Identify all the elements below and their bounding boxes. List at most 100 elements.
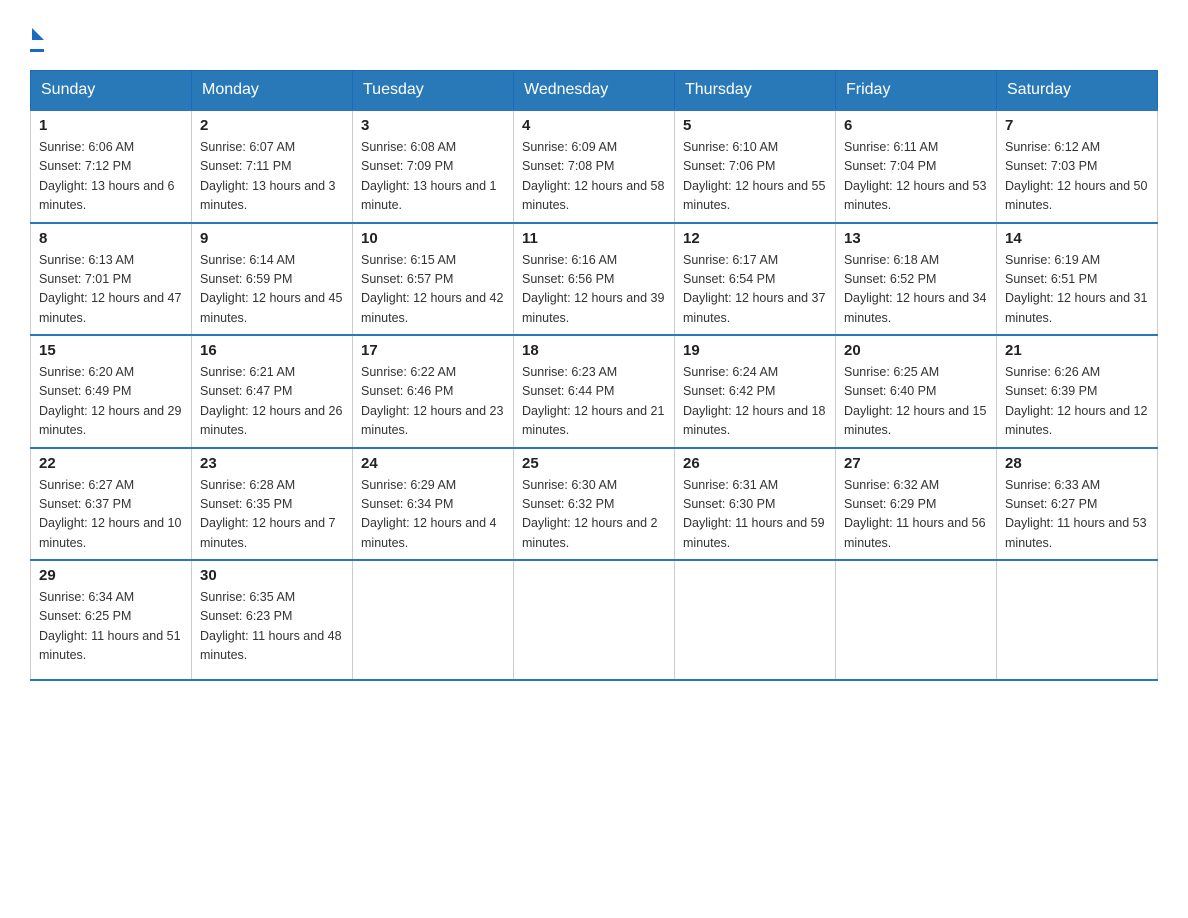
day-number: 4 <box>522 117 666 134</box>
day-number: 1 <box>39 117 183 134</box>
calendar-day-cell: 2 Sunrise: 6:07 AMSunset: 7:11 PMDaylight… <box>192 110 353 223</box>
day-number: 11 <box>522 230 666 247</box>
day-info: Sunrise: 6:20 AMSunset: 6:49 PMDaylight:… <box>39 363 183 441</box>
calendar-day-cell: 11 Sunrise: 6:16 AMSunset: 6:56 PMDayligh… <box>514 223 675 336</box>
day-number: 19 <box>683 342 827 359</box>
day-info: Sunrise: 6:28 AMSunset: 6:35 PMDaylight:… <box>200 476 344 554</box>
calendar-day-cell: 27 Sunrise: 6:32 AMSunset: 6:29 PMDayligh… <box>836 448 997 561</box>
weekday-header-friday: Friday <box>836 71 997 111</box>
day-info: Sunrise: 6:15 AMSunset: 6:57 PMDaylight:… <box>361 251 505 329</box>
calendar-day-cell: 30 Sunrise: 6:35 AMSunset: 6:23 PMDayligh… <box>192 560 353 680</box>
day-info: Sunrise: 6:06 AMSunset: 7:12 PMDaylight:… <box>39 138 183 216</box>
day-info: Sunrise: 6:10 AMSunset: 7:06 PMDaylight:… <box>683 138 827 216</box>
calendar-day-cell <box>353 560 514 680</box>
day-number: 22 <box>39 455 183 472</box>
weekday-header-wednesday: Wednesday <box>514 71 675 111</box>
day-number: 27 <box>844 455 988 472</box>
calendar-day-cell <box>836 560 997 680</box>
weekday-header-row: SundayMondayTuesdayWednesdayThursdayFrid… <box>31 71 1158 111</box>
day-info: Sunrise: 6:32 AMSunset: 6:29 PMDaylight:… <box>844 476 988 554</box>
day-info: Sunrise: 6:35 AMSunset: 6:23 PMDaylight:… <box>200 588 344 666</box>
day-info: Sunrise: 6:19 AMSunset: 6:51 PMDaylight:… <box>1005 251 1149 329</box>
day-info: Sunrise: 6:21 AMSunset: 6:47 PMDaylight:… <box>200 363 344 441</box>
weekday-header-sunday: Sunday <box>31 71 192 111</box>
calendar-week-row: 15Sunrise: 6:20 AMSunset: 6:49 PMDayligh… <box>31 335 1158 448</box>
day-number: 7 <box>1005 117 1149 134</box>
day-info: Sunrise: 6:34 AMSunset: 6:25 PMDaylight:… <box>39 588 183 666</box>
day-info: Sunrise: 6:31 AMSunset: 6:30 PMDaylight:… <box>683 476 827 554</box>
day-number: 24 <box>361 455 505 472</box>
day-info: Sunrise: 6:27 AMSunset: 6:37 PMDaylight:… <box>39 476 183 554</box>
day-number: 14 <box>1005 230 1149 247</box>
day-info: Sunrise: 6:25 AMSunset: 6:40 PMDaylight:… <box>844 363 988 441</box>
day-number: 2 <box>200 117 344 134</box>
day-number: 13 <box>844 230 988 247</box>
calendar-day-cell: 22 Sunrise: 6:27 AMSunset: 6:37 PMDayligh… <box>31 448 192 561</box>
calendar-day-cell: 28 Sunrise: 6:33 AMSunset: 6:27 PMDayligh… <box>997 448 1158 561</box>
day-info: Sunrise: 6:09 AMSunset: 7:08 PMDaylight:… <box>522 138 666 216</box>
calendar-day-cell: 5 Sunrise: 6:10 AMSunset: 7:06 PMDaylight… <box>675 110 836 223</box>
day-number: 21 <box>1005 342 1149 359</box>
calendar-week-row: 8Sunrise: 6:13 AMSunset: 7:01 PMDaylight… <box>31 223 1158 336</box>
day-info: Sunrise: 6:07 AMSunset: 7:11 PMDaylight:… <box>200 138 344 216</box>
calendar-day-cell <box>997 560 1158 680</box>
day-info: Sunrise: 6:12 AMSunset: 7:03 PMDaylight:… <box>1005 138 1149 216</box>
day-number: 10 <box>361 230 505 247</box>
day-number: 18 <box>522 342 666 359</box>
day-info: Sunrise: 6:17 AMSunset: 6:54 PMDaylight:… <box>683 251 827 329</box>
calendar-week-row: 29 Sunrise: 6:34 AMSunset: 6:25 PMDayligh… <box>31 560 1158 680</box>
page-header <box>30 20 1158 52</box>
calendar-day-cell: 6 Sunrise: 6:11 AMSunset: 7:04 PMDaylight… <box>836 110 997 223</box>
calendar-day-cell: 1 Sunrise: 6:06 AMSunset: 7:12 PMDaylight… <box>31 110 192 223</box>
day-number: 20 <box>844 342 988 359</box>
calendar-day-cell: 17 Sunrise: 6:22 AMSunset: 6:46 PMDayligh… <box>353 335 514 448</box>
day-number: 29 <box>39 567 183 584</box>
day-info: Sunrise: 6:14 AMSunset: 6:59 PMDaylight:… <box>200 251 344 329</box>
day-number: 3 <box>361 117 505 134</box>
day-info: Sunrise: 6:30 AMSunset: 6:32 PMDaylight:… <box>522 476 666 554</box>
day-info: Sunrise: 6:24 AMSunset: 6:42 PMDaylight:… <box>683 363 827 441</box>
calendar-day-cell: 15Sunrise: 6:20 AMSunset: 6:49 PMDayligh… <box>31 335 192 448</box>
calendar-day-cell: 19 Sunrise: 6:24 AMSunset: 6:42 PMDayligh… <box>675 335 836 448</box>
calendar-day-cell: 24Sunrise: 6:29 AMSunset: 6:34 PMDayligh… <box>353 448 514 561</box>
day-info: Sunrise: 6:16 AMSunset: 6:56 PMDaylight:… <box>522 251 666 329</box>
calendar-day-cell: 18 Sunrise: 6:23 AMSunset: 6:44 PMDayligh… <box>514 335 675 448</box>
calendar-day-cell <box>514 560 675 680</box>
day-number: 5 <box>683 117 827 134</box>
day-info: Sunrise: 6:11 AMSunset: 7:04 PMDaylight:… <box>844 138 988 216</box>
day-info: Sunrise: 6:13 AMSunset: 7:01 PMDaylight:… <box>39 251 183 329</box>
day-number: 26 <box>683 455 827 472</box>
calendar-day-cell: 16 Sunrise: 6:21 AMSunset: 6:47 PMDayligh… <box>192 335 353 448</box>
calendar-day-cell: 7 Sunrise: 6:12 AMSunset: 7:03 PMDaylight… <box>997 110 1158 223</box>
day-number: 28 <box>1005 455 1149 472</box>
calendar-day-cell <box>675 560 836 680</box>
logo-underline <box>30 49 44 52</box>
day-number: 12 <box>683 230 827 247</box>
day-info: Sunrise: 6:22 AMSunset: 6:46 PMDaylight:… <box>361 363 505 441</box>
day-number: 9 <box>200 230 344 247</box>
calendar-day-cell: 8Sunrise: 6:13 AMSunset: 7:01 PMDaylight… <box>31 223 192 336</box>
calendar-day-cell: 13 Sunrise: 6:18 AMSunset: 6:52 PMDayligh… <box>836 223 997 336</box>
calendar-table: SundayMondayTuesdayWednesdayThursdayFrid… <box>30 70 1158 681</box>
calendar-day-cell: 29 Sunrise: 6:34 AMSunset: 6:25 PMDayligh… <box>31 560 192 680</box>
day-info: Sunrise: 6:18 AMSunset: 6:52 PMDaylight:… <box>844 251 988 329</box>
day-info: Sunrise: 6:33 AMSunset: 6:27 PMDaylight:… <box>1005 476 1149 554</box>
weekday-header-monday: Monday <box>192 71 353 111</box>
calendar-day-cell: 26 Sunrise: 6:31 AMSunset: 6:30 PMDayligh… <box>675 448 836 561</box>
day-number: 16 <box>200 342 344 359</box>
day-number: 6 <box>844 117 988 134</box>
day-info: Sunrise: 6:23 AMSunset: 6:44 PMDaylight:… <box>522 363 666 441</box>
calendar-day-cell: 21 Sunrise: 6:26 AMSunset: 6:39 PMDayligh… <box>997 335 1158 448</box>
calendar-week-row: 22 Sunrise: 6:27 AMSunset: 6:37 PMDayligh… <box>31 448 1158 561</box>
day-number: 23 <box>200 455 344 472</box>
day-number: 30 <box>200 567 344 584</box>
day-number: 17 <box>361 342 505 359</box>
weekday-header-saturday: Saturday <box>997 71 1158 111</box>
day-info: Sunrise: 6:26 AMSunset: 6:39 PMDaylight:… <box>1005 363 1149 441</box>
logo <box>30 20 44 52</box>
calendar-day-cell: 23 Sunrise: 6:28 AMSunset: 6:35 PMDayligh… <box>192 448 353 561</box>
calendar-day-cell: 12 Sunrise: 6:17 AMSunset: 6:54 PMDayligh… <box>675 223 836 336</box>
logo-triangle-icon <box>32 28 44 40</box>
calendar-day-cell: 9 Sunrise: 6:14 AMSunset: 6:59 PMDaylight… <box>192 223 353 336</box>
weekday-header-thursday: Thursday <box>675 71 836 111</box>
